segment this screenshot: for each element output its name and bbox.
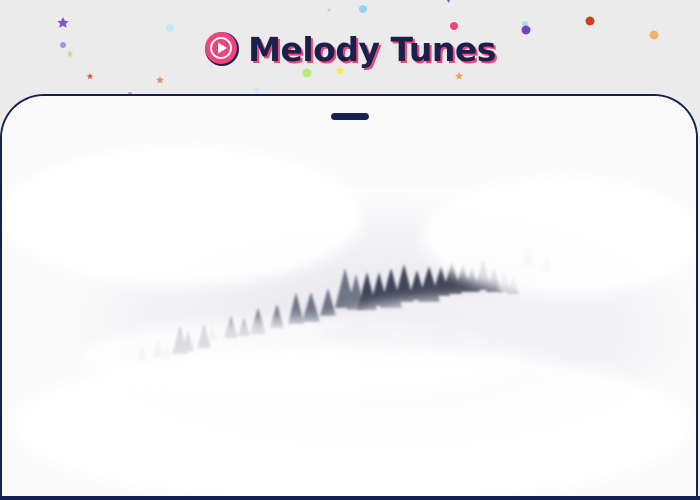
speaker-notch <box>331 113 369 120</box>
app-logo: Melody Tunes <box>0 26 700 72</box>
play-circle-icon <box>205 32 240 66</box>
app-title: Melody Tunes <box>248 29 496 69</box>
phone-frame <box>0 94 698 498</box>
frame-bottom-edge <box>0 496 700 500</box>
misty-forest-photo <box>2 96 696 498</box>
